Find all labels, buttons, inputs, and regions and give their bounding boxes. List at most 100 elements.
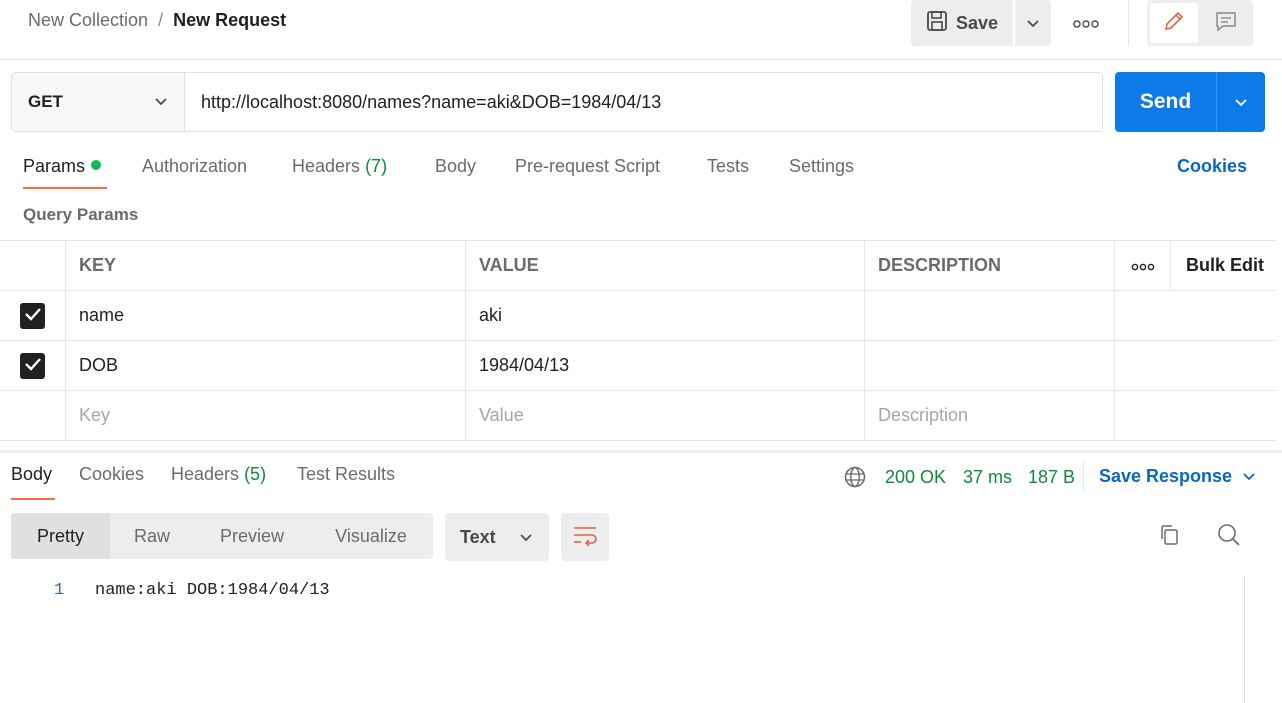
response-tab-test-results[interactable]: Test Results bbox=[297, 464, 395, 485]
editor-scrollbar[interactable] bbox=[1244, 577, 1245, 703]
save-label: Save bbox=[955, 12, 999, 33]
more-horizontal-icon bbox=[1131, 255, 1155, 276]
column-header-description: DESCRIPTION bbox=[865, 241, 1115, 290]
save-button[interactable]: Save bbox=[911, 0, 1013, 46]
tab-prerequest-script[interactable]: Pre-request Script bbox=[515, 156, 660, 192]
query-params-title: Query Params bbox=[23, 205, 139, 224]
save-options-button[interactable] bbox=[1015, 0, 1051, 46]
params-active-dot bbox=[91, 160, 102, 170]
response-tab-headers-label: Headers bbox=[171, 464, 240, 484]
comment-icon bbox=[1214, 9, 1238, 38]
tab-headers[interactable]: Headers (7) bbox=[292, 156, 387, 192]
param-enabled-checkbox[interactable] bbox=[20, 302, 45, 329]
chevron-down-icon bbox=[1242, 466, 1256, 487]
active-tab-indicator bbox=[11, 498, 55, 500]
table-header-row: KEY VALUE DESCRIPTION Bulk Edit bbox=[0, 240, 1276, 291]
row-checkbox-cell bbox=[0, 341, 66, 390]
tab-tests[interactable]: Tests bbox=[707, 156, 749, 192]
column-header-key: KEY bbox=[66, 241, 466, 290]
response-tab-body[interactable]: Body bbox=[11, 464, 55, 500]
comments-button[interactable] bbox=[1202, 3, 1250, 43]
tab-body[interactable]: Body bbox=[435, 156, 476, 192]
tab-headers-label: Headers bbox=[292, 156, 361, 176]
send-button[interactable]: Send bbox=[1115, 72, 1216, 132]
table-row: DOB 1984/04/13 bbox=[0, 341, 1276, 391]
response-time[interactable]: 37 ms bbox=[963, 467, 1012, 488]
breadcrumb-separator: / bbox=[158, 10, 164, 30]
tab-params[interactable]: Params bbox=[23, 156, 107, 192]
param-description-cell[interactable] bbox=[865, 341, 1115, 390]
status-badge[interactable]: 200 OK bbox=[885, 467, 946, 488]
more-horizontal-icon bbox=[1073, 12, 1099, 33]
response-tab-headers[interactable]: Headers (5) bbox=[171, 464, 266, 485]
bulk-edit-button[interactable]: Bulk Edit bbox=[1171, 241, 1276, 290]
copy-icon bbox=[1157, 523, 1181, 552]
tab-settings[interactable]: Settings bbox=[789, 156, 854, 192]
save-button-group: Save bbox=[911, 0, 1051, 46]
tab-params-label: Params bbox=[23, 156, 86, 176]
response-size[interactable]: 187 B bbox=[1028, 467, 1075, 488]
response-tab-cookies[interactable]: Cookies bbox=[79, 464, 144, 485]
view-mode-preview[interactable]: Preview bbox=[202, 516, 302, 556]
new-key-input[interactable]: Key bbox=[66, 391, 466, 440]
new-param-row: Key Value Description bbox=[0, 391, 1276, 441]
cookies-link[interactable]: Cookies bbox=[1177, 156, 1247, 177]
line-number: 1 bbox=[54, 581, 65, 600]
response-body-line: name:aki DOB:1984/04/13 bbox=[95, 581, 330, 600]
word-wrap-button[interactable] bbox=[561, 513, 609, 561]
more-options-button[interactable] bbox=[1066, 8, 1106, 36]
wrap-lines-icon bbox=[572, 524, 598, 551]
pencil-icon bbox=[1162, 9, 1186, 38]
param-value-cell[interactable]: aki bbox=[466, 291, 865, 340]
chevron-down-icon bbox=[519, 527, 533, 548]
headers-count: (7) bbox=[365, 156, 388, 176]
view-mode-visualize[interactable]: Visualize bbox=[321, 516, 421, 556]
response-view-mode-group: Pretty Raw Preview Visualize bbox=[11, 513, 433, 559]
chevron-down-icon bbox=[1234, 92, 1248, 113]
new-description-input[interactable]: Description bbox=[865, 391, 1115, 440]
param-key-cell[interactable]: name bbox=[66, 291, 466, 340]
search-response-button[interactable] bbox=[1214, 522, 1244, 552]
search-icon bbox=[1216, 522, 1242, 553]
param-enabled-checkbox[interactable] bbox=[20, 352, 45, 379]
send-button-group: Send bbox=[1115, 72, 1265, 132]
globe-icon[interactable] bbox=[843, 465, 867, 494]
header-checkbox-cell bbox=[0, 241, 66, 290]
response-format-select[interactable]: Text bbox=[445, 513, 549, 561]
editor-mode-toggle bbox=[1147, 0, 1253, 46]
tab-authorization[interactable]: Authorization bbox=[142, 156, 247, 192]
request-bar: GET bbox=[11, 72, 1103, 132]
column-options-button[interactable] bbox=[1115, 241, 1171, 290]
row-checkbox-cell bbox=[0, 291, 66, 340]
pane-splitter[interactable] bbox=[0, 450, 1282, 453]
breadcrumb-collection-link[interactable]: New Collection bbox=[28, 10, 148, 31]
edit-mode-button[interactable] bbox=[1150, 3, 1198, 43]
checkmark-icon bbox=[24, 355, 42, 376]
top-bar: New Collection / New Request Save bbox=[0, 0, 1282, 60]
view-mode-raw[interactable]: Raw bbox=[113, 516, 191, 556]
method-label: GET bbox=[28, 92, 63, 111]
save-icon bbox=[926, 10, 948, 37]
breadcrumb: New Collection / New Request bbox=[28, 10, 286, 31]
view-mode-pretty[interactable]: Pretty bbox=[11, 513, 110, 559]
save-response-label: Save Response bbox=[1099, 466, 1233, 486]
row-checkbox-cell bbox=[0, 391, 66, 440]
param-key-cell[interactable]: DOB bbox=[66, 341, 466, 390]
chevron-down-icon bbox=[154, 92, 168, 112]
send-options-button[interactable] bbox=[1216, 72, 1265, 132]
response-tab-body-label: Body bbox=[11, 464, 53, 484]
copy-response-button[interactable] bbox=[1154, 522, 1184, 552]
save-response-button[interactable]: Save Response bbox=[1099, 466, 1256, 487]
table-row: name aki bbox=[0, 291, 1276, 341]
active-tab-indicator bbox=[23, 187, 107, 189]
request-title[interactable]: New Request bbox=[173, 10, 286, 31]
response-headers-count: (5) bbox=[244, 464, 267, 484]
method-select[interactable]: GET bbox=[12, 73, 185, 131]
url-input[interactable] bbox=[185, 73, 1102, 131]
response-body-editor[interactable]: 1 name:aki DOB:1984/04/13 bbox=[0, 575, 1244, 703]
new-value-input[interactable]: Value bbox=[466, 391, 865, 440]
param-description-cell[interactable] bbox=[865, 291, 1115, 340]
column-header-value: VALUE bbox=[466, 241, 865, 290]
param-value-cell[interactable]: 1984/04/13 bbox=[466, 341, 865, 390]
toolbar-divider bbox=[1128, 0, 1129, 46]
